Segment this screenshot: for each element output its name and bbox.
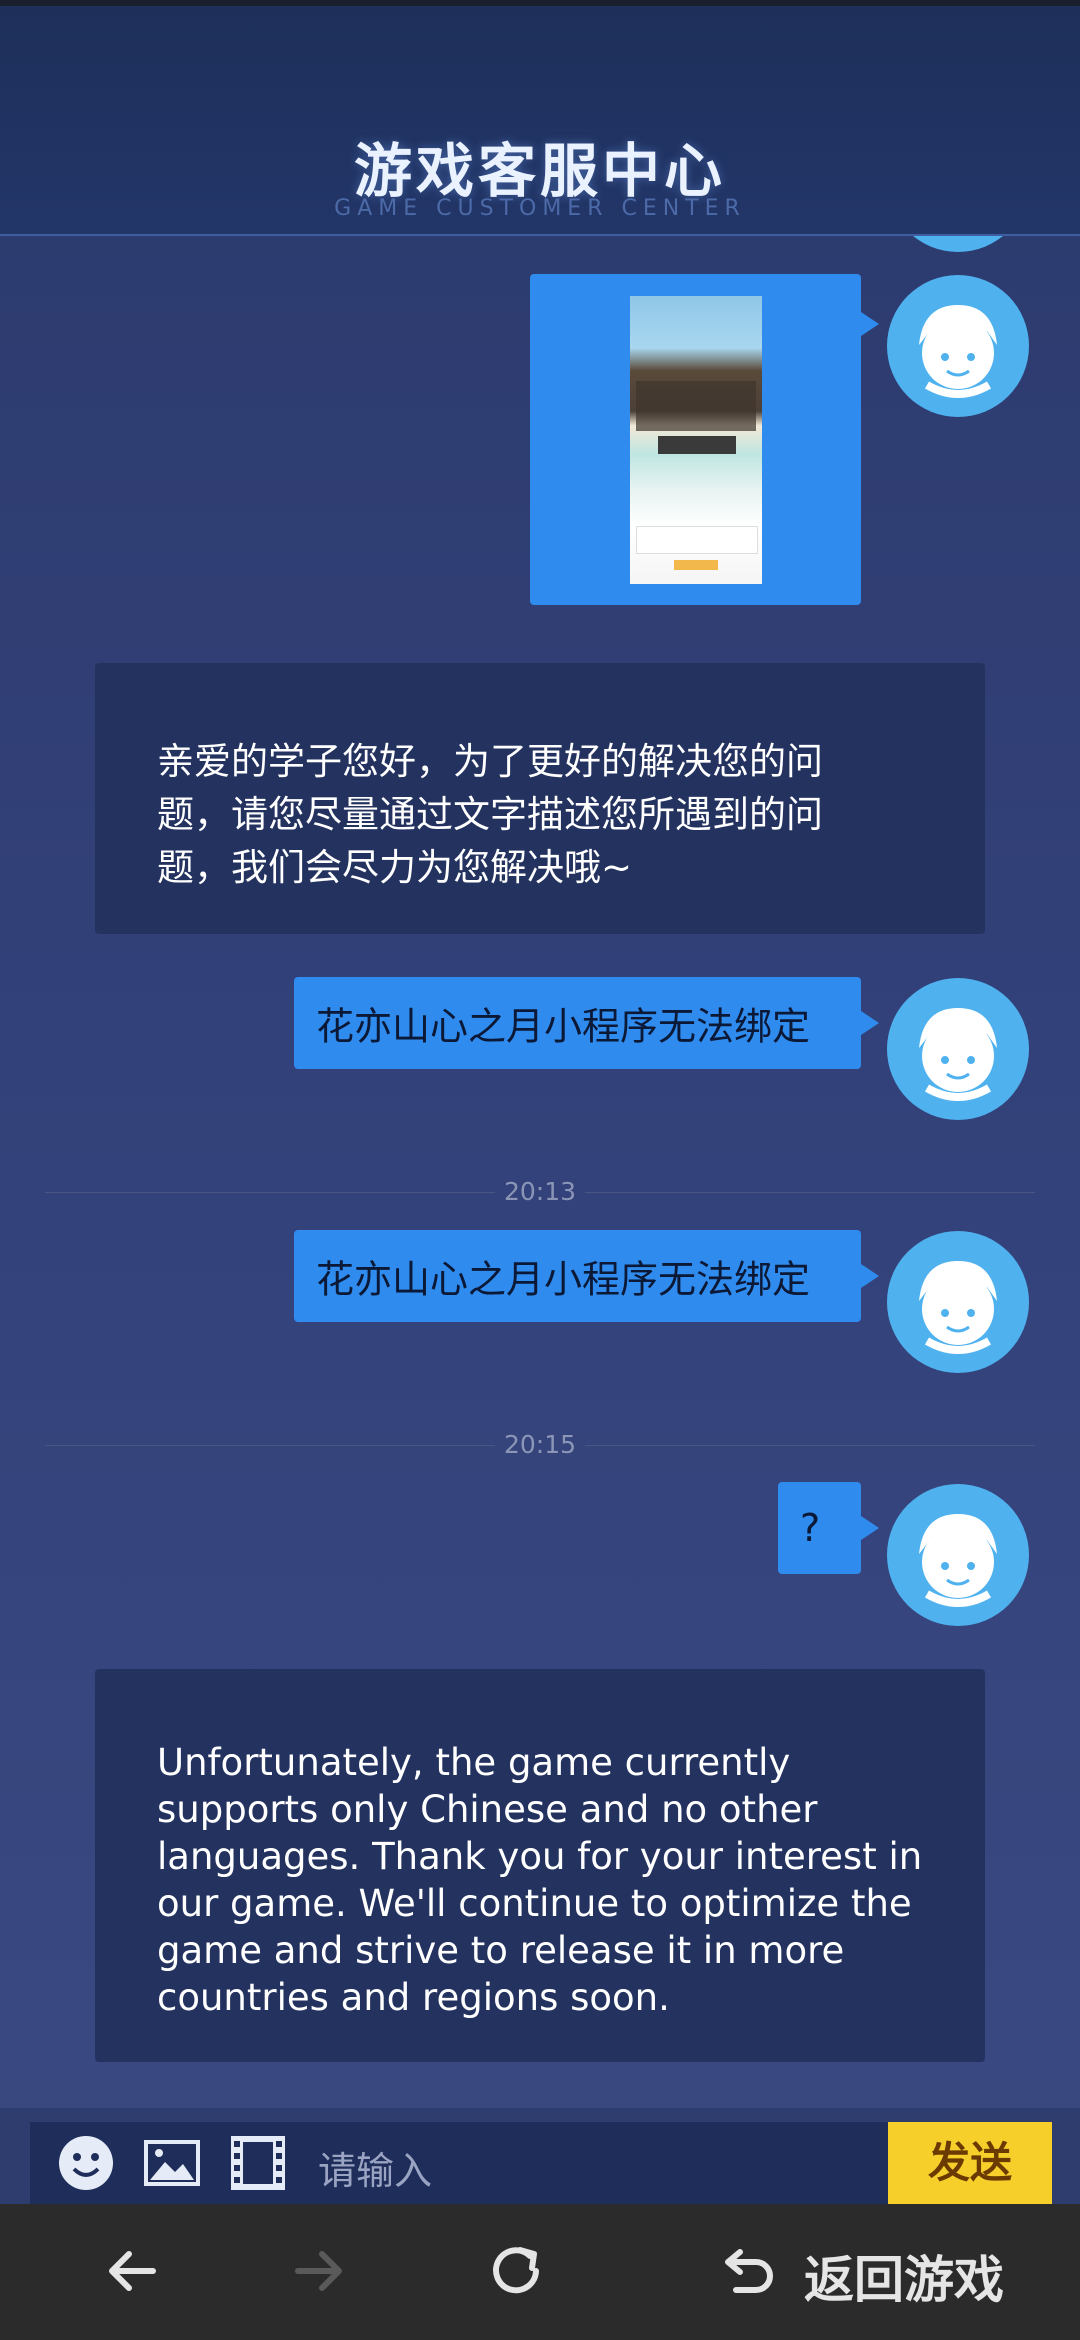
user-avatar bbox=[887, 978, 1029, 1120]
agent-message-line: 题，我们会尽力为您解决哦~ bbox=[157, 846, 633, 889]
refresh-icon[interactable] bbox=[486, 2240, 548, 2302]
agent-message: Unfortunately, the game currently suppor… bbox=[95, 1669, 985, 2062]
agent-message-line: languages. Thank you for your interest i… bbox=[157, 1835, 923, 1878]
arrow-left-icon[interactable] bbox=[101, 2240, 163, 2302]
agent-message-line: 亲爱的学子您好，为了更好的解决您的问 bbox=[157, 740, 823, 783]
agent-message: 亲爱的学子您好，为了更好的解决您的问 题，请您尽量通过文字描述您所遇到的问 题，… bbox=[95, 663, 985, 934]
user-message[interactable]: 花亦山心之月小程序无法绑定 bbox=[294, 1230, 879, 1322]
agent-message-line: supports only Chinese and no other bbox=[157, 1788, 818, 1831]
video-icon[interactable] bbox=[229, 2134, 287, 2192]
user-message-text: 花亦山心之月小程序无法绑定 bbox=[316, 1257, 811, 1302]
user-avatar bbox=[887, 275, 1029, 417]
page-header: 游戏客服中心 GAME CUSTOMER CENTER bbox=[0, 6, 1080, 236]
user-message[interactable]: 花亦山心之月小程序无法绑定 bbox=[294, 977, 879, 1069]
timestamp-divider: 20:15 bbox=[45, 1430, 1035, 1460]
agent-message-line: 题，请您尽量通过文字描述您所遇到的问 bbox=[157, 793, 823, 836]
timestamp: 20:15 bbox=[503, 1430, 577, 1459]
emoji-icon[interactable] bbox=[57, 2134, 115, 2192]
send-button[interactable]: 发送 bbox=[888, 2122, 1052, 2204]
screenshot-thumbnail[interactable] bbox=[630, 296, 762, 584]
return-to-game-button[interactable]: 返回游戏 bbox=[804, 2240, 1004, 2312]
image-icon[interactable] bbox=[143, 2134, 201, 2192]
arrow-right-icon[interactable] bbox=[288, 2240, 350, 2302]
agent-message-line: game and strive to release it in more bbox=[157, 1929, 845, 1972]
message-input-placeholder: 请输入 bbox=[318, 2149, 433, 2193]
timestamp-divider: 20:13 bbox=[45, 1177, 1035, 1207]
timestamp: 20:13 bbox=[503, 1177, 577, 1206]
return-icon[interactable] bbox=[718, 2240, 780, 2302]
agent-message-line: our game. We'll continue to optimize the bbox=[157, 1882, 912, 1925]
user-message[interactable]: ? bbox=[778, 1482, 879, 1574]
agent-message-line: Unfortunately, the game currently bbox=[157, 1741, 791, 1784]
user-message-text: 花亦山心之月小程序无法绑定 bbox=[316, 1004, 811, 1049]
page-subtitle: GAME CUSTOMER CENTER bbox=[334, 196, 746, 221]
agent-message-line: countries and regions soon. bbox=[157, 1976, 670, 2019]
user-avatar bbox=[887, 1484, 1029, 1626]
user-avatar bbox=[887, 1231, 1029, 1373]
user-message-text: ? bbox=[800, 1506, 821, 1550]
